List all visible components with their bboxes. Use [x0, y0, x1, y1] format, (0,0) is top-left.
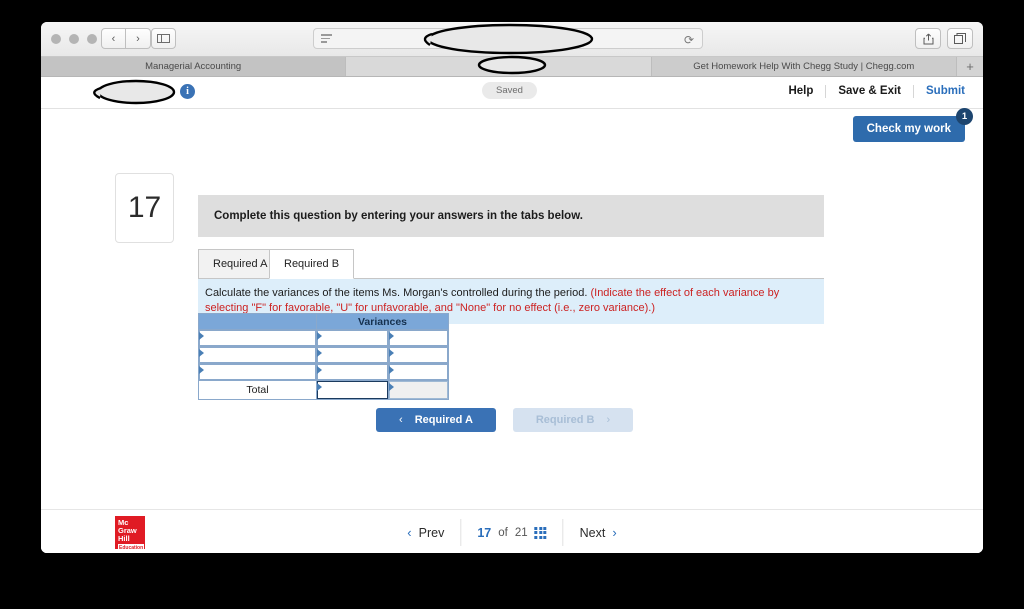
required-a-button[interactable]: ‹ Required A [376, 408, 496, 432]
browser-tab-managerial-accounting[interactable]: Managerial Accounting [41, 57, 347, 76]
zoom-window-button[interactable] [87, 34, 97, 44]
row-variance-effect-cell[interactable] [388, 363, 449, 381]
header-links: Help Save & Exit Submit [776, 85, 965, 98]
variance-amount-input[interactable] [317, 364, 388, 380]
variance-effect-input[interactable] [389, 347, 448, 363]
table-head: Variances [198, 313, 449, 330]
next-question-label: Next [579, 525, 606, 540]
row-variance-amount-cell[interactable] [316, 363, 389, 381]
required-a-button-label: Required A [414, 414, 473, 426]
window-traffic-lights[interactable] [51, 34, 97, 44]
address-bar-text [484, 33, 493, 44]
prev-question-button[interactable]: ‹ Prev [391, 519, 460, 546]
row-label-input[interactable] [199, 330, 316, 346]
variance-amount-input[interactable] [317, 330, 388, 346]
browser-window: ‹ › ⟳ Managerial Accounting Get Homework… [41, 22, 983, 553]
help-link[interactable]: Help [776, 85, 827, 98]
instruction-bar: Complete this question by entering your … [198, 195, 824, 237]
current-page-number: 17 [477, 525, 492, 540]
chevron-left-icon: ‹ [407, 525, 412, 540]
table-row [198, 346, 449, 364]
save-and-exit-link[interactable]: Save & Exit [826, 85, 915, 98]
browser-tab-chegg[interactable]: Get Homework Help With Chegg Study | Che… [651, 57, 957, 76]
reload-icon[interactable]: ⟳ [684, 33, 694, 47]
variances-answer-table: Variances Total [198, 313, 449, 400]
requirement-tabs: Required A Required B [198, 249, 824, 279]
saved-status-badge: Saved [482, 82, 537, 99]
chevron-left-icon: ‹ [399, 414, 403, 426]
page-footer: Mc Graw Hill Education ‹ Prev 17 of 21 N… [41, 509, 983, 553]
table-total-row: Total [198, 380, 449, 400]
chevron-right-icon: › [612, 525, 617, 540]
page-of-label: of [498, 526, 508, 539]
required-b-button-label: Required B [535, 414, 595, 426]
chevron-right-icon: › [606, 414, 611, 426]
lock-icon [484, 35, 490, 41]
variance-effect-input[interactable] [389, 330, 448, 346]
row-variance-effect-cell[interactable] [388, 346, 449, 364]
table-row [198, 363, 449, 381]
reader-view-icon[interactable] [321, 34, 332, 43]
header-cell-blank [198, 313, 317, 330]
total-variance-amount-cell[interactable] [316, 380, 389, 400]
mcgraw-hill-logo: Mc Graw Hill Education [115, 516, 145, 552]
forward-button[interactable]: › [126, 28, 151, 49]
minimize-window-button[interactable] [69, 34, 79, 44]
share-icon[interactable] [915, 28, 941, 49]
variance-amount-input[interactable] [317, 347, 388, 363]
tabs-glyph [954, 33, 966, 44]
logo-line-3: Hill [118, 534, 130, 543]
page-indicator: 17 of 21 [461, 519, 562, 546]
row-variance-amount-cell[interactable] [316, 346, 389, 364]
address-bar[interactable]: ⟳ [313, 28, 703, 49]
table-header-row: Variances [198, 313, 449, 330]
total-variance-effect-input[interactable] [389, 381, 448, 399]
row-label-cell[interactable] [198, 329, 317, 347]
assignment-header: i Saved Help Save & Exit Submit [41, 77, 983, 109]
browser-tab-blank[interactable] [346, 57, 652, 76]
note-main-text: Calculate the variances of the items Ms.… [205, 287, 588, 299]
table-row [198, 329, 449, 347]
total-variance-amount-input[interactable] [317, 381, 388, 399]
browser-tab-strip: Managerial Accounting Get Homework Help … [41, 57, 983, 77]
browser-nav-group: ‹ › [101, 28, 151, 49]
tab-required-b[interactable]: Required B [269, 249, 355, 279]
close-window-button[interactable] [51, 34, 61, 44]
row-label-cell[interactable] [198, 346, 317, 364]
required-b-button[interactable]: Required B › [513, 408, 633, 432]
question-number: 17 [115, 173, 174, 243]
new-tab-button[interactable]: + [956, 57, 983, 76]
table-body: Total [198, 329, 449, 400]
question-pager: ‹ Prev 17 of 21 Next › [391, 519, 632, 546]
total-variance-effect-cell[interactable] [388, 380, 449, 400]
check-my-work-badge: 1 [956, 108, 973, 125]
submit-link[interactable]: Submit [914, 85, 965, 98]
check-my-work-button[interactable]: Check my work [852, 116, 965, 142]
header-cell-variances: Variances [316, 313, 449, 330]
toolbar-right-group [915, 28, 973, 49]
info-icon[interactable]: i [180, 84, 195, 99]
assignment-page: i Saved Help Save & Exit Submit 1 Check … [41, 77, 983, 553]
show-tabs-icon[interactable] [947, 28, 973, 49]
next-question-button[interactable]: Next › [564, 519, 633, 546]
back-button[interactable]: ‹ [101, 28, 126, 49]
row-variance-effect-cell[interactable] [388, 329, 449, 347]
share-glyph [923, 33, 933, 44]
variance-effect-input[interactable] [389, 364, 448, 380]
browser-toolbar: ‹ › ⟳ [41, 22, 983, 57]
grid-view-icon[interactable] [534, 526, 547, 539]
row-label-input[interactable] [199, 364, 316, 380]
requirement-navigation: ‹ Required A Required B › [376, 408, 633, 432]
row-label-cell[interactable] [198, 363, 317, 381]
instruction-text: Complete this question by entering your … [214, 210, 583, 222]
row-label-input[interactable] [199, 347, 316, 363]
sidebar-toggle-button[interactable] [151, 28, 176, 49]
sidebar-icon [157, 34, 170, 43]
total-label-cell: Total [198, 380, 317, 400]
logo-line-4: Education [118, 544, 145, 552]
total-page-count: 21 [514, 526, 528, 539]
row-variance-amount-cell[interactable] [316, 329, 389, 347]
prev-question-label: Prev [418, 525, 445, 540]
